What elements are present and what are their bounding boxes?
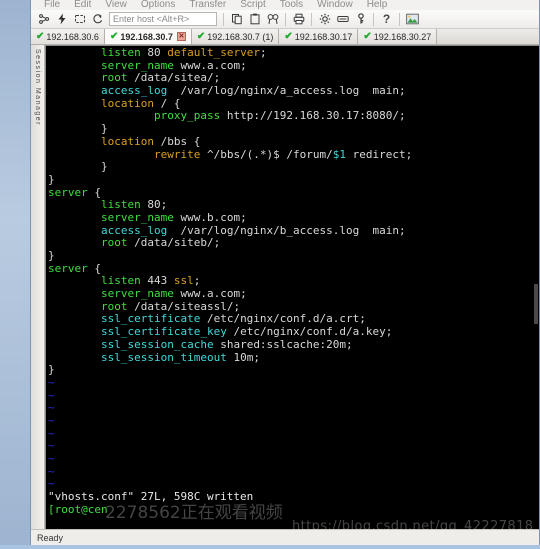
terminal-line: } — [48, 363, 55, 377]
terminal-line: ~ — [48, 426, 55, 440]
settings-icon[interactable] — [316, 11, 333, 27]
tab-192-168-30-6[interactable]: ✔ 192.168.30.6 — [31, 29, 105, 44]
terminal-line: ~ — [48, 401, 55, 415]
toolbar-separator — [399, 12, 400, 26]
tab-connected-check-icon: ✔ — [196, 30, 206, 42]
copy-icon[interactable] — [228, 11, 245, 27]
tab-label: 192.168.30.17 — [294, 31, 353, 42]
menu-item-file[interactable]: File — [37, 0, 67, 10]
menu-item-help[interactable]: Help — [360, 0, 395, 10]
menu-item-options[interactable]: Options — [134, 0, 182, 10]
keymap-icon[interactable] — [334, 11, 351, 27]
menu-item-window[interactable]: Window — [310, 0, 360, 10]
tab-192-168-30-17[interactable]: ✔ 192.168.30.17 — [279, 29, 359, 44]
terminal-line: ~ — [48, 464, 55, 478]
menu-item-transfer[interactable]: Transfer — [182, 0, 233, 10]
terminal-pane[interactable]: listen 80 default_server; server_name ww… — [45, 45, 539, 529]
tab-strip: ✔ 192.168.30.6 ✔ 192.168.30.7 ✕ ✔ 192.16… — [31, 29, 539, 45]
desktop-strip — [0, 545, 540, 549]
status-bar: Ready — [31, 529, 539, 545]
toolbar: Enter host <Alt+R> ? — [31, 10, 539, 29]
session-manager-tab[interactable]: Session Manager — [31, 45, 45, 529]
key-icon[interactable] — [352, 11, 369, 27]
print-icon[interactable] — [290, 11, 307, 27]
terminal-line: ssl_session_timeout 10m; — [100, 350, 260, 364]
host-input[interactable]: Enter host <Alt+R> — [109, 12, 217, 26]
status-text: Ready — [37, 532, 64, 543]
tab-strip-filler — [437, 29, 539, 44]
image-icon[interactable] — [404, 11, 421, 27]
toolbar-separator — [311, 12, 312, 26]
securecrt-window: File Edit View Options Transfer Script T… — [30, 0, 540, 545]
toolbar-separator — [373, 12, 374, 26]
tab-192-168-30-7-1[interactable]: ✔ 192.168.30.7 (1) — [191, 29, 280, 44]
session-manager-label: Session Manager — [34, 49, 41, 126]
terminal-line: } — [48, 249, 55, 262]
connect-icon[interactable] — [35, 11, 52, 27]
terminal-line: ~ — [48, 439, 55, 453]
terminal-line: ~ — [48, 413, 55, 427]
close-icon[interactable]: ✕ — [176, 32, 186, 41]
terminal-output[interactable]: listen 80 default_server; server_name ww… — [46, 46, 539, 529]
shell-prompt[interactable]: [root@cen — [48, 503, 539, 517]
tab-192-168-30-7[interactable]: ✔ 192.168.30.7 ✕ — [104, 29, 192, 44]
tab-connected-check-icon: ✔ — [363, 30, 372, 42]
find-icon[interactable] — [264, 11, 281, 27]
toolbar-separator — [223, 12, 224, 26]
terminal-line: root /data/siteb/; — [100, 236, 221, 250]
main-body: Session Manager listen 80 default_server… — [31, 45, 539, 529]
screenshot-root: File Edit View Options Transfer Script T… — [0, 0, 540, 549]
menu-item-tools[interactable]: Tools — [273, 0, 310, 10]
tab-label: 192.168.30.7 — [120, 31, 173, 42]
tab-label: 192.168.30.6 — [46, 31, 99, 42]
tab-192-168-30-27[interactable]: ✔ 192.168.30.27 — [358, 29, 438, 44]
tab-connected-check-icon: ✔ — [36, 30, 45, 42]
terminal-line: } — [48, 172, 55, 186]
terminal-line: rewrite ^/bbs/(.*)$ /forum/$1 redirect; — [153, 147, 413, 161]
terminal-line: ~ — [48, 388, 55, 402]
terminal-line: ~ — [48, 452, 55, 465]
menu-item-edit[interactable]: Edit — [67, 0, 98, 10]
tab-connected-check-icon: ✔ — [109, 30, 119, 42]
connect-in-tab-icon[interactable] — [71, 11, 88, 27]
terminal-line: } — [48, 160, 108, 174]
terminal-scrollbar-thumb[interactable] — [534, 284, 538, 324]
toolbar-separator — [285, 12, 286, 26]
menu-item-view[interactable]: View — [98, 0, 134, 10]
tab-connected-check-icon: ✔ — [284, 30, 293, 42]
menu-bar: File Edit View Options Transfer Script T… — [31, 0, 539, 10]
vim-status-message: "vhosts.conf" 27L, 598C written — [48, 490, 254, 504]
quick-connect-icon[interactable] — [53, 11, 70, 27]
help-icon[interactable]: ? — [378, 11, 395, 27]
terminal-line: ~ — [48, 375, 55, 389]
tab-label: 192.168.30.27 — [373, 31, 432, 42]
paste-icon[interactable] — [246, 11, 263, 27]
menu-item-script[interactable]: Script — [233, 0, 273, 10]
reconnect-icon[interactable] — [89, 11, 106, 27]
terminal-line: proxy_pass http://192.168.30.17:8080/; — [153, 109, 406, 123]
tab-label: 192.168.30.7 (1) — [207, 31, 274, 42]
